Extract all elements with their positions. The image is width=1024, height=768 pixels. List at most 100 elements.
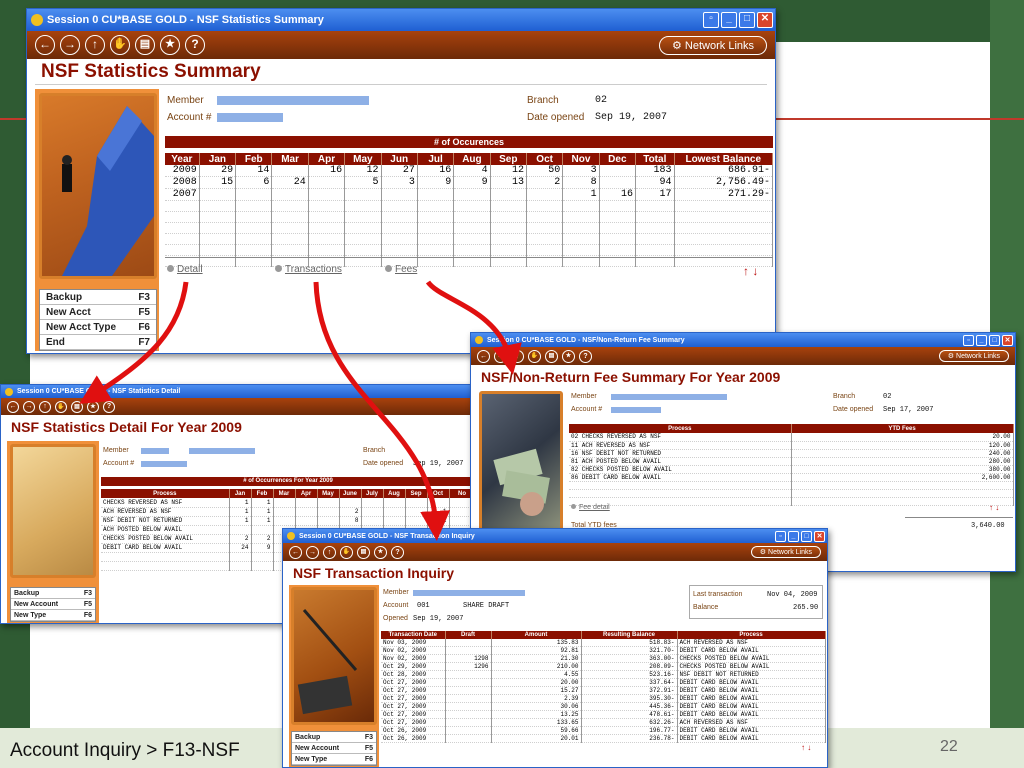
transaction-row[interactable]: Oct 26, 2009 59.66 196.77- DEBIT CARD BELOW…	[381, 726, 826, 735]
transaction-row[interactable]: Oct 28, 2009 4.55 523.16- NSF DEBIT NOT RET…	[381, 670, 826, 679]
maximize-icon[interactable]: □	[801, 530, 812, 542]
app-icon	[5, 387, 13, 396]
fee-row[interactable]: 86 DEBIT CARD BELOW AVAIL 2,600.00	[569, 473, 1014, 482]
up-icon[interactable]: ↑	[39, 400, 51, 413]
fee-row[interactable]: 82 CHECKS POSTED BELOW AVAIL 380.00	[569, 465, 1014, 474]
star-icon[interactable]: ★	[562, 349, 575, 363]
transaction-row[interactable]: Nov 02, 2009 92.81 321.70- DEBIT CARD BELOW…	[381, 646, 826, 655]
fkey-backup[interactable]: Backup F3	[292, 732, 376, 743]
page-arrows-icon[interactable]: ↑ ↓	[801, 743, 811, 752]
network-links-button[interactable]: ⚙ Network Links	[659, 35, 767, 55]
maximize-icon[interactable]: □	[739, 12, 755, 28]
fee-row[interactable]: 11 ACH REVERSED AS NSF 120.00	[569, 441, 1014, 450]
maximize-icon[interactable]: □	[989, 334, 1000, 346]
network-links-button[interactable]: ⚙ Network Links	[750, 546, 821, 558]
transaction-row[interactable]: Oct 27, 2009 2.39 395.30- DEBIT CARD BELOW …	[381, 694, 826, 703]
print-icon[interactable]: ▤	[71, 400, 83, 413]
fkey-new-type[interactable]: New Type F6	[11, 610, 95, 621]
fkey-backup[interactable]: Backup F3	[40, 290, 156, 305]
restore-icon[interactable]: ▫	[703, 12, 719, 28]
year-row[interactable]: 2008 15 6 24 5 3 9 9 13 2 8 94 2,756.49-	[165, 176, 774, 189]
back-icon[interactable]: ←	[477, 349, 490, 363]
transaction-row[interactable]: Oct 27, 2009 15.27 372.91- DEBIT CARD BELOW…	[381, 686, 826, 695]
transaction-row[interactable]: Oct 27, 2009 13.25 478.61- DEBIT CARD BELOW…	[381, 710, 826, 719]
forward-icon[interactable]: →	[494, 349, 507, 363]
process-row[interactable]: CHECKS REVERSED AS NSF 1 1	[101, 498, 473, 508]
hand-icon[interactable]: ✋	[110, 35, 130, 55]
transaction-row[interactable]: Nov 02, 2009 1298 21.30 363.00- CHECKS POSTE…	[381, 654, 826, 663]
forward-icon[interactable]: →	[306, 545, 319, 559]
page-title: NSF Statistics Summary	[41, 61, 261, 82]
member-masked-value	[217, 96, 369, 105]
forward-icon[interactable]: →	[23, 400, 35, 413]
table-cell: Oct 26, 2009	[381, 726, 446, 735]
back-icon[interactable]: ←	[35, 35, 55, 55]
fees-link[interactable]: Fees	[385, 264, 417, 275]
restore-icon[interactable]: ▫	[963, 334, 974, 346]
fkey-new-acct-type[interactable]: New Acct Type F6	[40, 320, 156, 335]
fee-detail-link[interactable]: Fee detail	[571, 504, 610, 511]
fkey-new-acct[interactable]: New Acct F5	[40, 305, 156, 320]
minimize-icon[interactable]: _	[976, 334, 987, 346]
table-cell: 686.91-	[674, 165, 774, 177]
page-arrows-icon[interactable]: ↑ ↓	[743, 264, 758, 278]
minimize-icon[interactable]: _	[788, 530, 799, 542]
summary-titlebar[interactable]: Session 0 CU*BASE GOLD - NSF Statistics …	[27, 9, 775, 31]
close-icon[interactable]: ✕	[757, 12, 773, 28]
hand-icon[interactable]: ✋	[55, 400, 67, 413]
fkey-end[interactable]: End F7	[40, 335, 156, 350]
fees-titlebar[interactable]: Session 0 CU*BASE GOLD - NSF/Non-Return …	[471, 333, 1015, 347]
up-icon[interactable]: ↑	[85, 35, 105, 55]
table-cell: 133.65	[491, 718, 582, 727]
star-icon[interactable]: ★	[87, 400, 99, 413]
network-links-button[interactable]: ⚙ Network Links	[938, 350, 1009, 362]
back-icon[interactable]: ←	[7, 400, 19, 413]
transaction-row[interactable]: Oct 26, 2009 20.01 236.78- DEBIT CARD BELOW…	[381, 734, 826, 743]
restore-icon[interactable]: ▫	[775, 530, 786, 542]
process-row[interactable]: ACH REVERSED AS NSF 1 1 2 1	[101, 507, 473, 517]
transactions-titlebar[interactable]: Session 0 CU*BASE GOLD - NSF Transaction…	[283, 529, 827, 543]
hand-icon[interactable]: ✋	[528, 349, 541, 363]
help-icon[interactable]: ?	[185, 35, 205, 55]
fkey-backup[interactable]: Backup F3	[11, 588, 95, 599]
up-icon[interactable]: ↑	[323, 545, 336, 559]
year-row[interactable]: 2009 29 14 16 12 27 16 4 12 50 3 183 686.91-	[165, 165, 774, 177]
up-icon[interactable]: ↑	[511, 349, 524, 363]
fkey-new-type[interactable]: New Type F6	[292, 754, 376, 765]
star-icon[interactable]: ★	[160, 35, 180, 55]
print-icon[interactable]: ▤	[357, 545, 370, 559]
detail-link[interactable]: Detail	[167, 264, 203, 275]
table-cell	[101, 552, 230, 562]
year-row[interactable]: 2007 1 16 17 271.29-	[165, 188, 774, 201]
fee-row[interactable]: 16 NSF DEBIT NOT RETURNED 240.00	[569, 449, 1014, 458]
help-icon[interactable]: ?	[391, 545, 404, 559]
transaction-row[interactable]: Nov 03, 2009 135.83 518.83- ACH REVERSED AS…	[381, 639, 826, 647]
page-arrows-icon[interactable]: ↑ ↓	[989, 503, 999, 512]
transaction-row[interactable]: Oct 27, 2009 20.00 337.64- DEBIT CARD BELOW…	[381, 678, 826, 687]
table-cell: 372.91-	[581, 686, 678, 695]
fkey-new-account[interactable]: New Account F5	[292, 743, 376, 754]
fee-row[interactable]: 02 CHECKS REVERSED AS NSF 20.00	[569, 433, 1014, 442]
member-label: Member	[383, 589, 409, 596]
minimize-icon[interactable]: _	[721, 12, 737, 28]
fee-row[interactable]: 81 ACH POSTED BELOW AVAIL 280.00	[569, 457, 1014, 466]
transaction-row[interactable]: Oct 27, 2009 30.06 445.36- DEBIT CARD BELOW…	[381, 702, 826, 711]
star-icon[interactable]: ★	[374, 545, 387, 559]
help-icon[interactable]: ?	[103, 400, 115, 413]
fees-toolbar: ← → ↑ ✋ ▤ ★ ? ⚙ Network Links	[471, 347, 1015, 365]
help-icon[interactable]: ?	[579, 349, 592, 363]
close-icon[interactable]: ✕	[814, 530, 825, 542]
print-icon[interactable]: ▤	[135, 35, 155, 55]
forward-icon[interactable]: →	[60, 35, 80, 55]
branch-label: Branch	[363, 447, 386, 454]
transaction-row[interactable]: Oct 27, 2009 133.65 632.26- ACH REVERSED AS…	[381, 718, 826, 727]
back-icon[interactable]: ←	[289, 545, 302, 559]
process-row[interactable]: NSF DEBIT NOT RETURNED 1 1 8 2	[101, 516, 473, 526]
hand-icon[interactable]: ✋	[340, 545, 353, 559]
transactions-link[interactable]: Transactions	[275, 264, 342, 275]
detail-titlebar[interactable]: Session 0 CU*BASE GOLD - NSF Statistics …	[1, 385, 473, 398]
print-icon[interactable]: ▤	[545, 349, 558, 363]
close-icon[interactable]: ✕	[1002, 334, 1013, 346]
fkey-new-account[interactable]: New Account F5	[11, 599, 95, 610]
transaction-row[interactable]: Oct 29, 2009 1296 210.00 208.09- CHECKS POST…	[381, 662, 826, 671]
